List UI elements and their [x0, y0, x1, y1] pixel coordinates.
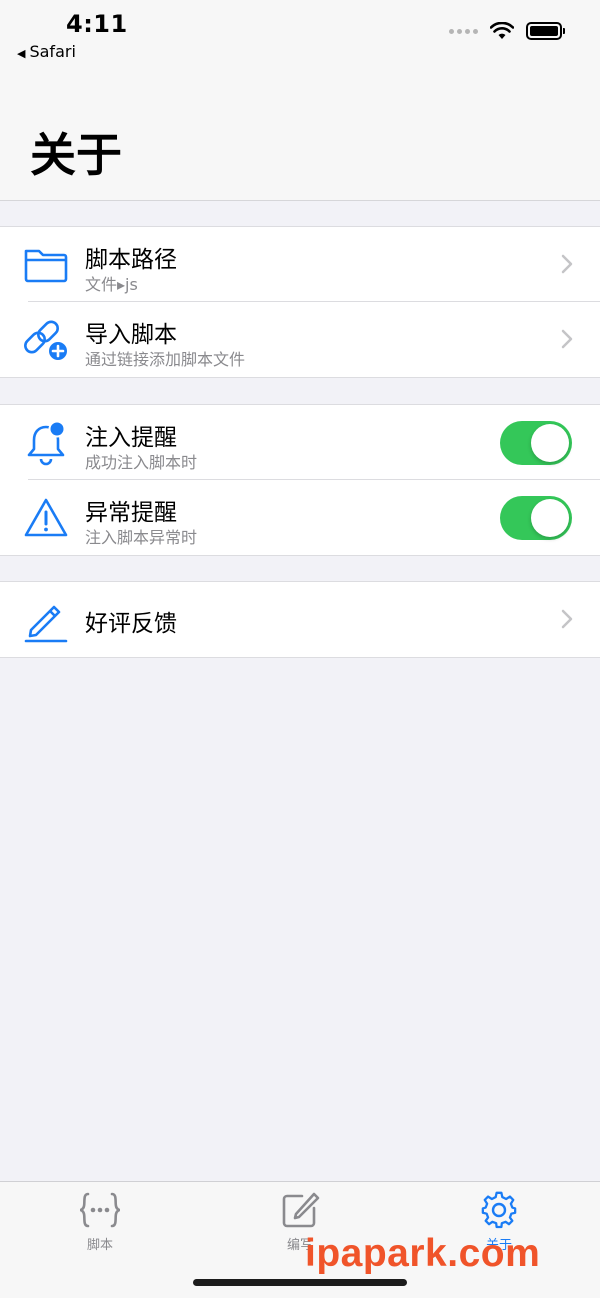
gear-icon	[481, 1191, 517, 1229]
tab-label: 脚本	[86, 1238, 113, 1253]
folder-icon	[24, 249, 68, 283]
error-notify-toggle[interactable]	[500, 496, 572, 540]
settings-group-feedback: 好评反馈	[0, 581, 600, 658]
row-subtitle: 注入脚本异常时	[85, 528, 198, 547]
row-import-script[interactable]: 导入脚本 通过链接添加脚本文件	[0, 302, 600, 377]
row-inject-notify: 注入提醒 成功注入脚本时	[0, 405, 600, 480]
toggle-knob	[531, 499, 569, 537]
compose-icon	[282, 1192, 320, 1228]
bell-badge-icon	[27, 420, 66, 466]
toggle-knob	[531, 424, 569, 462]
row-title: 注入提醒	[85, 425, 177, 451]
inject-notify-toggle[interactable]	[500, 421, 572, 465]
row-title: 导入脚本	[85, 322, 177, 348]
signal-dots-icon	[449, 28, 478, 34]
chevron-right-icon	[561, 254, 573, 274]
battery-icon	[526, 22, 565, 40]
settings-group-notifications: 注入提醒 成功注入脚本时 异常提醒 注入脚本异常时	[0, 404, 600, 556]
back-to-safari-link[interactable]: ◀ Safari	[17, 42, 76, 61]
back-triangle-icon: ◀	[17, 47, 26, 60]
tab-scripts[interactable]: 脚本	[60, 1190, 140, 1253]
settings-group-script: 脚本路径 文件▸js 导入脚本 通过链接添加脚本文件	[0, 226, 600, 378]
braces-icon	[79, 1192, 121, 1228]
warning-triangle-icon	[24, 498, 68, 537]
row-script-path[interactable]: 脚本路径 文件▸js	[0, 227, 600, 302]
page-title: 关于	[30, 128, 122, 182]
home-indicator[interactable]	[193, 1279, 407, 1286]
status-time: 4:11	[66, 10, 128, 38]
row-title: 脚本路径	[85, 247, 177, 273]
row-error-notify: 异常提醒 注入脚本异常时	[0, 480, 600, 555]
chevron-right-icon	[561, 329, 573, 349]
link-add-icon	[24, 320, 69, 362]
back-app-label: Safari	[29, 42, 76, 61]
row-subtitle: 通过链接添加脚本文件	[85, 350, 246, 369]
watermark-text: ipapark.com	[305, 1232, 541, 1275]
row-feedback[interactable]: 好评反馈	[0, 582, 600, 657]
navigation-header: 4:11 ◀ Safari 关于	[0, 0, 600, 201]
chevron-right-icon	[561, 609, 573, 629]
status-indicators	[449, 22, 565, 40]
row-subtitle: 成功注入脚本时	[85, 453, 198, 472]
row-title: 异常提醒	[85, 500, 177, 526]
row-subtitle: 文件▸js	[85, 275, 138, 294]
wifi-icon	[490, 22, 514, 39]
row-title: 好评反馈	[85, 611, 177, 637]
pencil-icon	[24, 605, 68, 643]
